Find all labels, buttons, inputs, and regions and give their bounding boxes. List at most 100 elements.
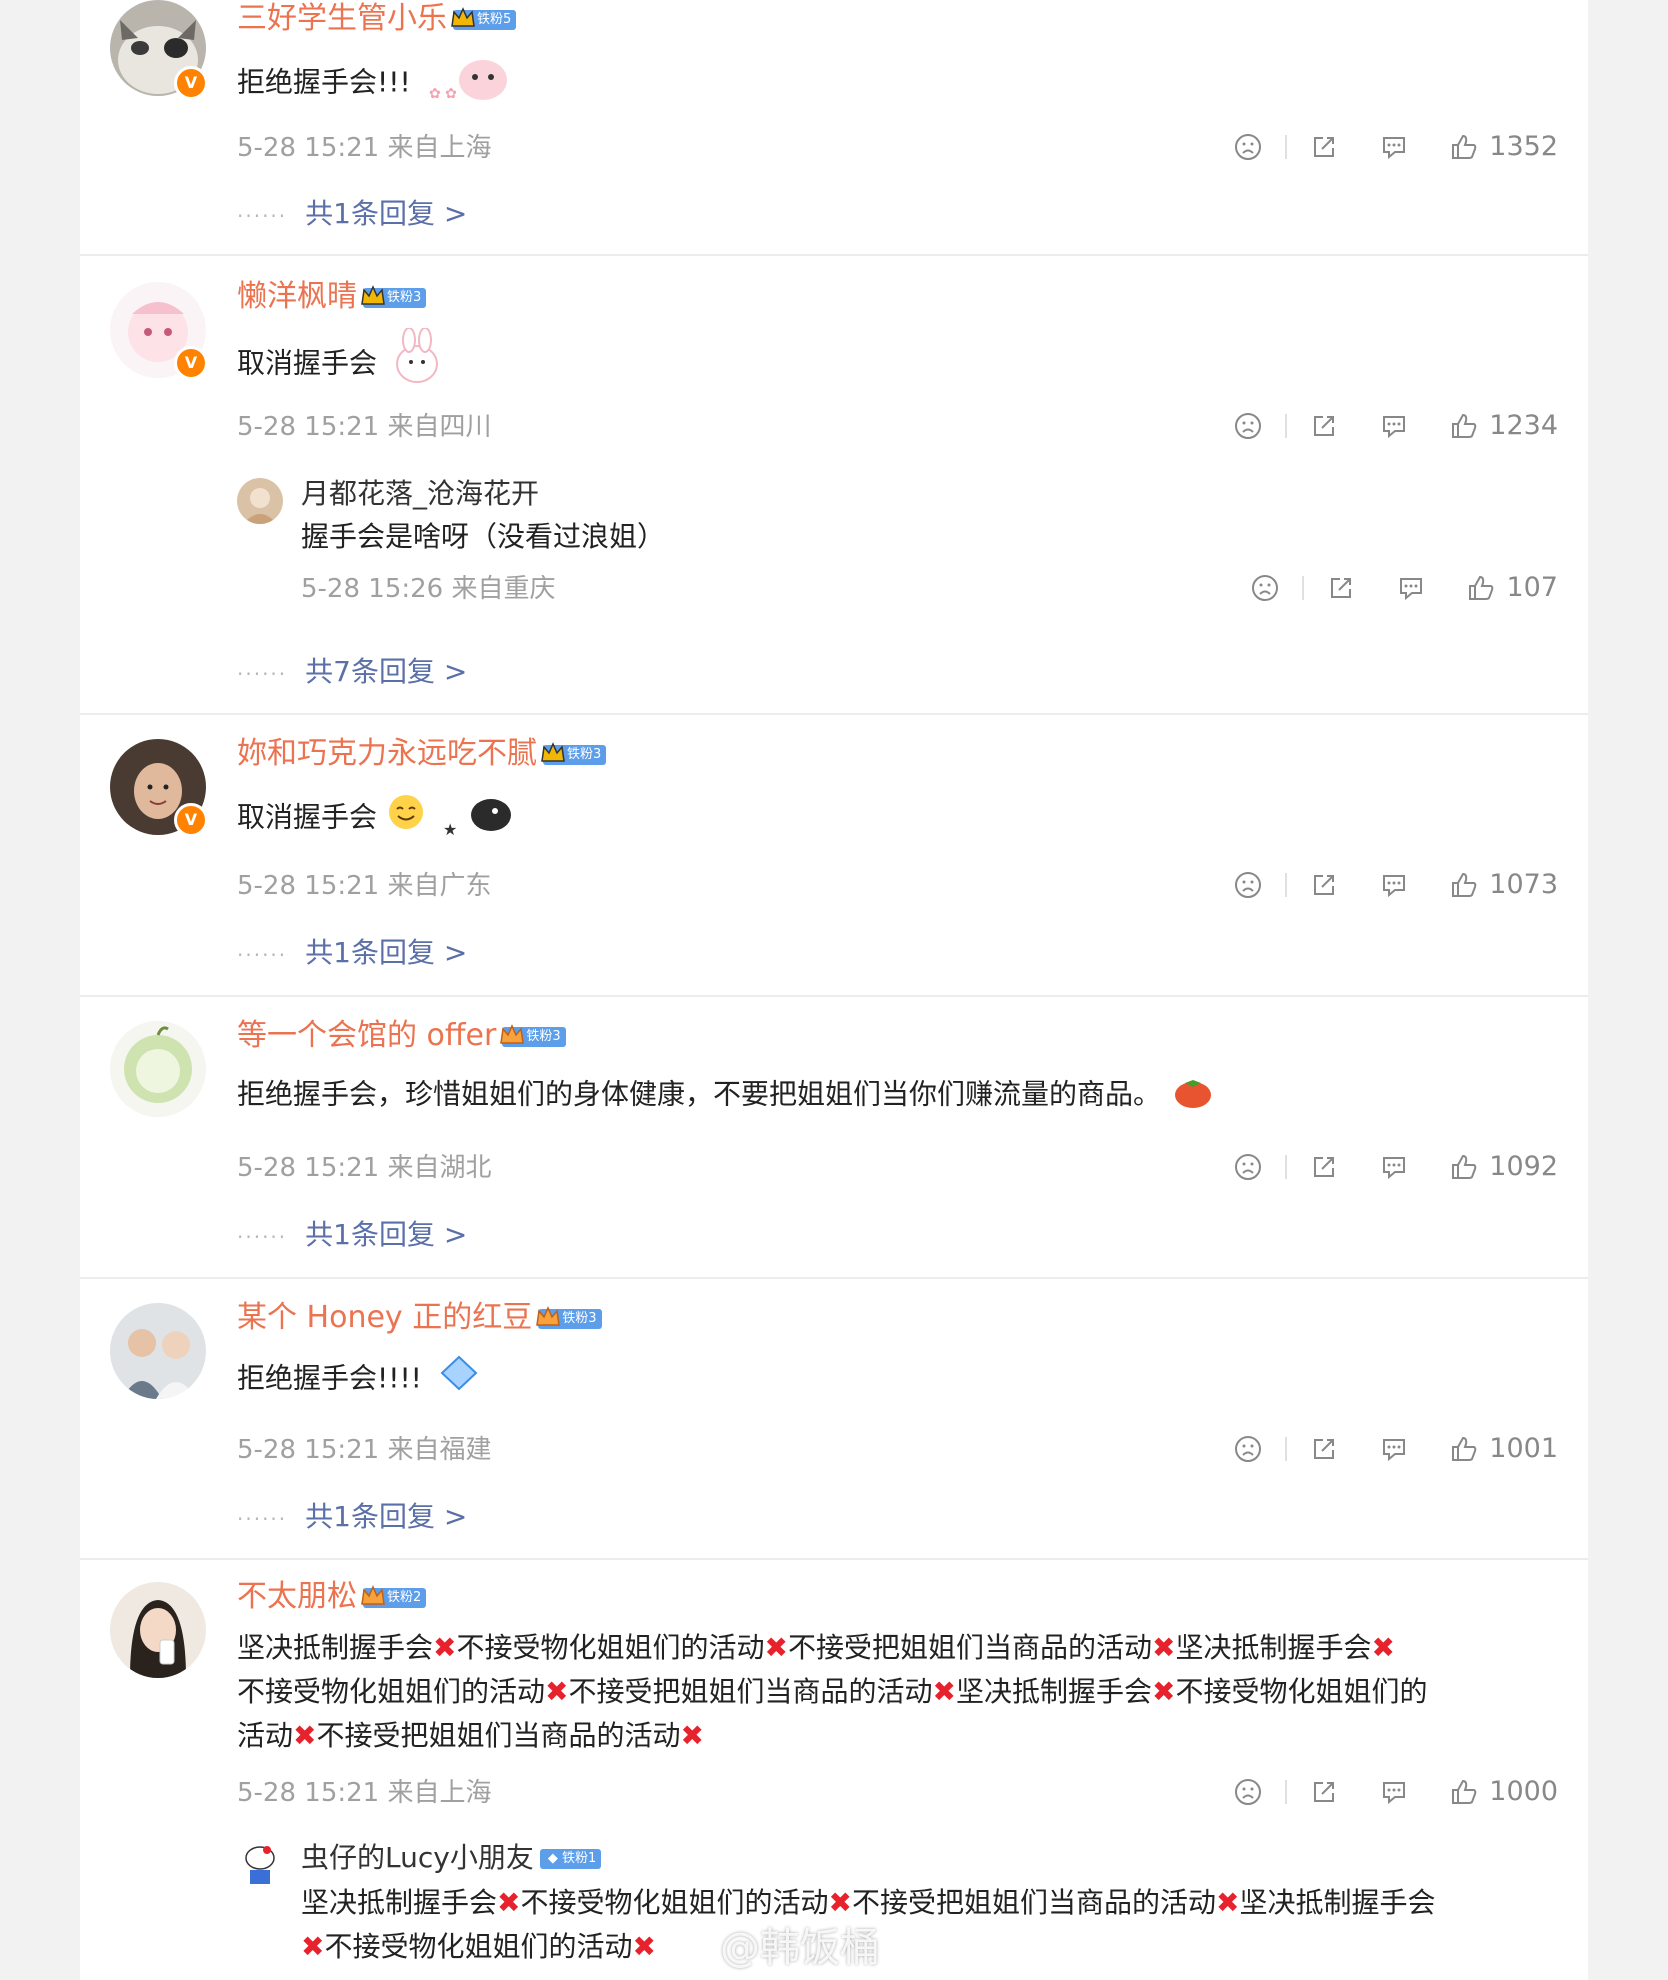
sub-reply: 虫仔的Lucy小朋友 ◆ 铁粉1 坚决抵制握手会✖不接受物化姐姐们的活动✖不接受把… (237, 1840, 1558, 1980)
cross-mark-icon: ✖ (301, 1930, 325, 1963)
comment-text: 取消握手会 (237, 327, 447, 401)
crown-icon (451, 6, 475, 27)
svg-text:✿ ✿: ✿ ✿ (429, 86, 457, 102)
verified-v-icon: V (174, 803, 208, 837)
avatar[interactable] (237, 1840, 283, 1886)
cross-mark-icon: ✖ (497, 1886, 521, 1919)
comment-item: V 妳和巧克力永远吃不腻 铁粉3 取消握手会 ★ 5-28 15:21 来自广东 1… (80, 715, 1588, 997)
comment-icon[interactable] (1379, 411, 1409, 441)
dislike-icon[interactable] (1233, 1152, 1263, 1182)
comment-actions: 1000 (1233, 1776, 1558, 1807)
reply-link[interactable]: ······ 共1条回复 > (237, 935, 467, 973)
sub-actions: 107 (1250, 572, 1558, 603)
dislike-icon[interactable] (1250, 573, 1280, 603)
comment-text: 取消握手会 ★ (237, 785, 515, 852)
fan-badge: ◆ 铁粉1 (539, 1849, 602, 1869)
like-count: 1001 (1489, 1433, 1558, 1464)
comment-item: V 三好学生管小乐 铁粉5 拒绝握手会!!! ✿ ✿ 5-28 15:21 来自上海… (80, 0, 1588, 256)
username[interactable]: 某个 Honey 正的红豆 铁粉3 (237, 1299, 602, 1337)
comment-icon[interactable] (1396, 573, 1426, 603)
reply-link[interactable]: ······ 共1条回复 > (237, 1499, 467, 1537)
comment-text-line: 坚决抵制握手会✖不接受物化姐姐们的活动✖不接受把姐姐们当商品的活动✖坚决抵制握手… (237, 1631, 1395, 1664)
comment-icon[interactable] (1379, 1434, 1409, 1464)
comment-meta: 5-28 15:21 来自上海 (237, 1778, 492, 1808)
comment-meta: 5-28 15:21 来自福建 (237, 1435, 492, 1465)
reply-link[interactable]: ······ 共7条回复 > (237, 654, 467, 692)
comment-item: 等一个会馆的 offer 铁粉3 拒绝握手会，珍惜姐姐们的身体健康，不要把姐姐们当… (80, 997, 1588, 1279)
comment-icon[interactable] (1379, 1152, 1409, 1182)
like-icon[interactable] (1449, 1152, 1479, 1182)
avatar[interactable] (110, 1582, 206, 1678)
like-icon[interactable] (1449, 411, 1479, 441)
svg-text:★: ★ (443, 820, 457, 839)
comment-text: 拒绝握手会!!! ✿ ✿ (237, 50, 511, 117)
crown-icon (541, 741, 565, 762)
like-icon[interactable] (1449, 1777, 1479, 1807)
sub-reply: 月都花落_沧海花开 握手会是啥呀（没看过浪姐） 5-28 15:26 来自重庆 … (237, 476, 1558, 646)
avatar[interactable] (237, 478, 283, 524)
comment-icon[interactable] (1379, 132, 1409, 162)
comment-icon[interactable] (1379, 870, 1409, 900)
like-count: 1234 (1489, 410, 1558, 441)
fan-badge: 铁粉5 (451, 6, 517, 30)
share-icon[interactable] (1309, 1152, 1339, 1182)
comment-text-line: 不接受物化姐姐们的活动✖不接受把姐姐们当商品的活动✖坚决抵制握手会✖不接受物化姐… (237, 1675, 1428, 1708)
comment-actions: 1092 (1233, 1151, 1558, 1182)
share-icon[interactable] (1309, 132, 1339, 162)
cross-mark-icon: ✖ (1371, 1631, 1395, 1664)
sub-text-line: ✖不接受物化姐姐们的活动✖ (301, 1930, 656, 1963)
sticker-icon: ✿ ✿ (421, 50, 511, 117)
comment-meta: 5-28 15:21 来自湖北 (237, 1153, 492, 1183)
dislike-icon[interactable] (1233, 132, 1263, 162)
avatar[interactable] (110, 1021, 206, 1117)
fan-badge: 铁粉3 (361, 284, 427, 308)
like-count: 1073 (1489, 869, 1558, 900)
share-icon[interactable] (1309, 1777, 1339, 1807)
comment-actions: 1352 (1233, 131, 1558, 162)
cross-mark-icon: ✖ (932, 1675, 956, 1708)
like-icon[interactable] (1466, 573, 1496, 603)
username[interactable]: 妳和巧克力永远吃不腻 铁粉3 (237, 735, 607, 773)
like-icon[interactable] (1449, 1434, 1479, 1464)
crown-icon (536, 1305, 561, 1326)
comment-text-line: 活动✖不接受把姐姐们当商品的活动✖ (237, 1719, 704, 1752)
avatar[interactable] (110, 1303, 206, 1399)
dislike-icon[interactable] (1233, 411, 1263, 441)
sub-meta: 5-28 15:26 来自重庆 (301, 574, 556, 604)
share-icon[interactable] (1309, 870, 1339, 900)
like-icon[interactable] (1449, 132, 1479, 162)
crown-icon (361, 1584, 385, 1605)
fan-badge: 铁粉2 (361, 1584, 427, 1608)
sticker-icon (387, 327, 447, 401)
share-icon[interactable] (1326, 573, 1356, 603)
dislike-icon[interactable] (1233, 870, 1263, 900)
sub-username[interactable]: 虫仔的Lucy小朋友 ◆ 铁粉1 (301, 1840, 602, 1876)
dislike-icon[interactable] (1233, 1777, 1263, 1807)
tomato-sticker-icon (1171, 1067, 1215, 1124)
comment-meta: 5-28 15:21 来自四川 (237, 412, 492, 442)
watermark: @韩饭桶 (720, 1925, 880, 1971)
cross-mark-icon: ✖ (680, 1719, 704, 1752)
share-icon[interactable] (1309, 1434, 1339, 1464)
sub-username[interactable]: 月都花落_沧海花开 (301, 476, 539, 512)
fan-badge: 铁粉3 (536, 1305, 602, 1329)
cross-mark-icon: ✖ (1151, 1631, 1176, 1664)
comment-meta: 5-28 15:21 来自广东 (237, 871, 492, 901)
comment-item: V 懒洋枫晴 铁粉3 取消握手会 5-28 15:21 来自四川 1234 月都花… (80, 256, 1588, 715)
reply-link[interactable]: ······ 共1条回复 > (237, 1217, 467, 1255)
diamond-icon: ◆ (547, 1851, 562, 1866)
username[interactable]: 懒洋枫晴 铁粉3 (237, 278, 427, 316)
dislike-icon[interactable] (1233, 1434, 1263, 1464)
verified-v-icon: V (174, 346, 208, 380)
smile-emoji-icon (387, 793, 425, 844)
comment-icon[interactable] (1379, 1777, 1409, 1807)
share-icon[interactable] (1309, 411, 1339, 441)
username[interactable]: 等一个会馆的 offer 铁粉3 (237, 1017, 566, 1055)
comment-text: 拒绝握手会，珍惜姐姐们的身体健康，不要把姐姐们当你们赚流量的商品。 (237, 1067, 1215, 1124)
like-icon[interactable] (1449, 870, 1479, 900)
username[interactable]: 不太朋松 铁粉2 (237, 1578, 427, 1616)
cross-mark-icon: ✖ (764, 1631, 788, 1664)
username[interactable]: 三好学生管小乐 铁粉5 (237, 0, 517, 38)
fan-badge: 铁粉3 (541, 741, 607, 765)
reply-link[interactable]: ······ 共1条回复 > (237, 196, 467, 234)
